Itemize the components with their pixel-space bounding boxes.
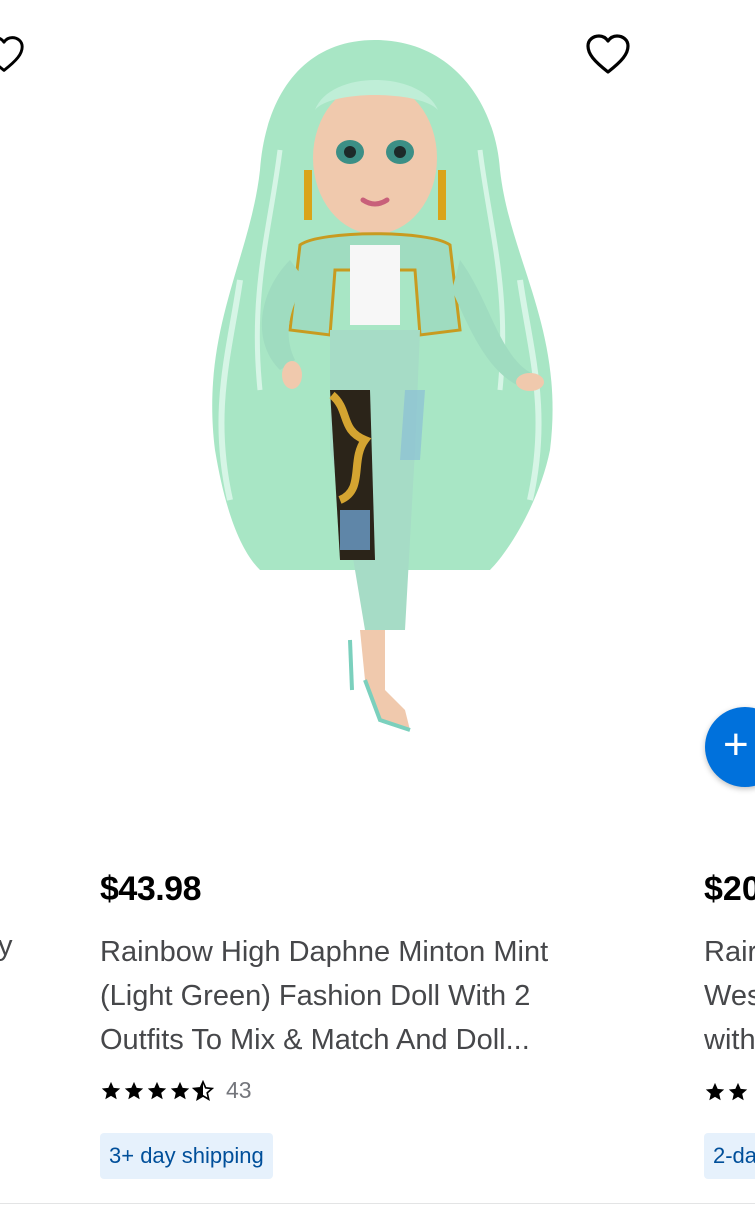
divider bbox=[0, 1203, 755, 1204]
star-full-icon bbox=[170, 1081, 190, 1099]
product-rating: 43 bbox=[100, 1077, 252, 1104]
product-image[interactable] bbox=[180, 30, 570, 750]
favorite-heart-icon[interactable] bbox=[584, 32, 632, 76]
star-full-icon bbox=[728, 1082, 748, 1101]
plus-icon: + bbox=[723, 720, 749, 769]
product-title-line: Outfits To Mix & Match And Doll... bbox=[100, 1024, 530, 1056]
star-rating bbox=[100, 1079, 214, 1102]
star-rating bbox=[704, 1081, 749, 1103]
product-title-fragment[interactable]: y bbox=[0, 930, 13, 963]
product-title-line: (Light Green) Fashion Doll With 2 bbox=[100, 980, 531, 1012]
product-title[interactable]: Rainbow High Daphne Minton Mint (Light G… bbox=[100, 930, 620, 1062]
add-to-cart-button[interactable]: + bbox=[705, 707, 755, 787]
product-price: $20 bbox=[704, 870, 755, 908]
star-full-icon bbox=[147, 1081, 167, 1099]
favorite-heart-icon[interactable] bbox=[0, 34, 26, 74]
product-title[interactable]: Rair Wes with bbox=[704, 930, 755, 1062]
shipping-badge: 2-da bbox=[704, 1133, 755, 1179]
star-full-icon bbox=[124, 1081, 144, 1099]
product-title-line: Rainbow High Daphne Minton Mint bbox=[100, 936, 549, 968]
review-count: 43 bbox=[226, 1077, 252, 1103]
star-full-icon bbox=[705, 1082, 725, 1101]
product-title-line: Wes bbox=[704, 980, 755, 1012]
product-price: $43.98 bbox=[100, 870, 202, 908]
shipping-badge: 3+ day shipping bbox=[100, 1133, 273, 1179]
star-half-icon bbox=[192, 1079, 214, 1101]
product-title-line: with bbox=[704, 1024, 755, 1056]
product-title-line: Rair bbox=[704, 936, 755, 968]
star-full-icon bbox=[101, 1081, 121, 1099]
